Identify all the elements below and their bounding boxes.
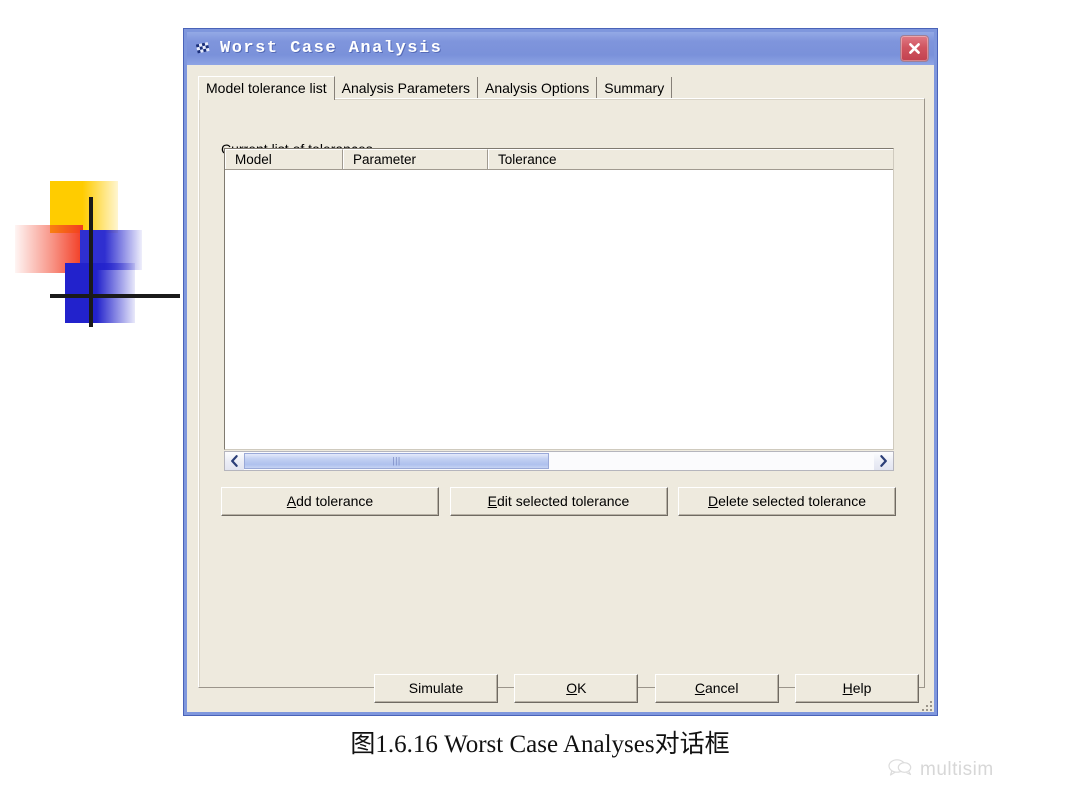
deco-horizontal-line bbox=[50, 294, 180, 298]
edit-selected-tolerance-label: dit selected tolerance bbox=[497, 493, 630, 509]
close-icon[interactable] bbox=[900, 35, 929, 62]
wechat-speech-bubble-icon bbox=[888, 758, 914, 782]
simulate-label: Simulate bbox=[408, 680, 464, 696]
watermark: multisim bbox=[888, 758, 994, 782]
scrollbar-track[interactable]: ||| bbox=[244, 452, 874, 470]
simulate-button[interactable]: Simulate bbox=[374, 674, 498, 703]
figure-caption: 图1.6.16 Worst Case Analyses对话框 bbox=[350, 731, 730, 758]
dialog-title: Worst Case Analysis bbox=[220, 39, 443, 58]
worst-case-analysis-dialog: Worst Case Analysis Model tolerance list… bbox=[183, 28, 938, 716]
tolerance-list-header: Model Parameter Tolerance bbox=[225, 149, 893, 170]
scroll-right-arrow-icon[interactable] bbox=[874, 452, 893, 470]
help-label: elp bbox=[852, 680, 872, 696]
scroll-left-arrow-icon[interactable] bbox=[225, 452, 244, 470]
ok-button[interactable]: OK bbox=[514, 674, 639, 703]
help-button[interactable]: Help bbox=[794, 674, 919, 703]
tolerance-action-buttons: Add tolerance Edit selected tolerance De… bbox=[221, 487, 896, 516]
scrollbar-thumb[interactable]: ||| bbox=[244, 453, 549, 469]
tab-bar: Model tolerance list Analysis Parameters… bbox=[198, 76, 923, 100]
delete-selected-tolerance-button[interactable]: Delete selected tolerance bbox=[678, 487, 896, 516]
edit-selected-tolerance-button[interactable]: Edit selected tolerance bbox=[449, 487, 668, 516]
tab-model-tolerance-list[interactable]: Model tolerance list bbox=[198, 76, 335, 100]
watermark-label: multisim bbox=[920, 759, 994, 780]
cancel-label: ancel bbox=[704, 680, 739, 696]
tab-analysis-parameters[interactable]: Analysis Parameters bbox=[334, 77, 479, 99]
tolerance-list-body[interactable] bbox=[225, 170, 893, 429]
ok-label: K bbox=[577, 680, 587, 696]
scrollbar-grip: ||| bbox=[392, 455, 401, 466]
column-header-parameter[interactable]: Parameter bbox=[343, 149, 488, 169]
tab-analysis-options[interactable]: Analysis Options bbox=[478, 77, 598, 99]
accel-o: O bbox=[566, 680, 578, 696]
dialog-titlebar[interactable]: Worst Case Analysis bbox=[187, 32, 934, 65]
add-tolerance-button[interactable]: Add tolerance bbox=[221, 487, 439, 516]
resize-grip[interactable] bbox=[918, 697, 932, 711]
accel-h: H bbox=[842, 680, 853, 696]
add-tolerance-label: dd tolerance bbox=[296, 493, 374, 509]
accel-c: C bbox=[694, 680, 705, 696]
accel-e: E bbox=[487, 493, 498, 509]
column-header-model[interactable]: Model bbox=[225, 149, 343, 169]
delete-selected-tolerance-label: elete selected tolerance bbox=[718, 493, 866, 509]
horizontal-scrollbar[interactable]: ||| bbox=[224, 451, 894, 471]
tolerance-list[interactable]: Model Parameter Tolerance bbox=[224, 148, 894, 450]
dialog-action-buttons: Simulate OK Cancel Help bbox=[374, 674, 919, 703]
accel-d: D bbox=[708, 493, 719, 509]
deco-blue-block-lower bbox=[65, 263, 135, 323]
column-header-tolerance[interactable]: Tolerance bbox=[488, 149, 893, 169]
accel-a: A bbox=[286, 493, 297, 509]
tab-summary[interactable]: Summary bbox=[597, 77, 673, 99]
checkered-flag-icon bbox=[194, 40, 214, 58]
decorative-graphic bbox=[0, 85, 200, 327]
cancel-button[interactable]: Cancel bbox=[654, 674, 779, 703]
deco-vertical-line bbox=[89, 197, 93, 327]
